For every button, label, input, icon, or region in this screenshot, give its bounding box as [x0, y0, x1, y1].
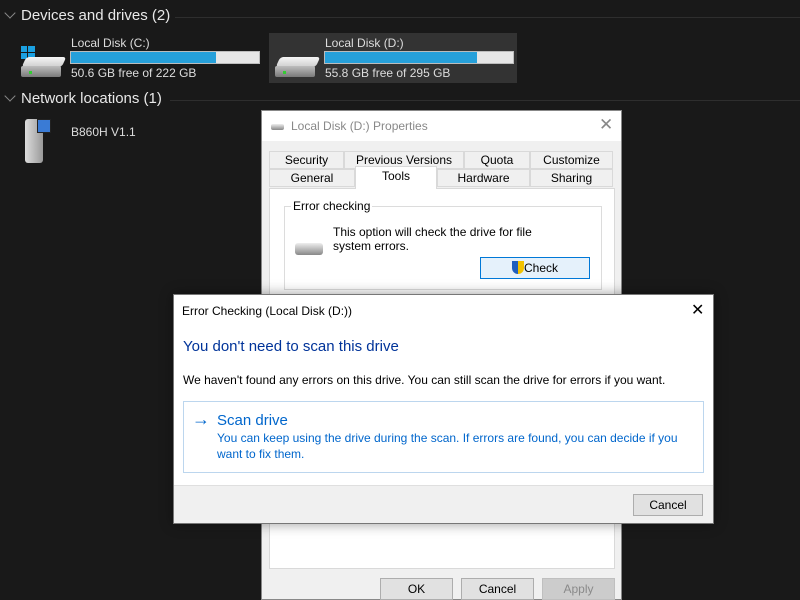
tab-sharing[interactable]: Sharing: [530, 169, 613, 187]
drive-d[interactable]: Local Disk (D:) 55.8 GB free of 295 GB: [269, 33, 517, 83]
drive-c-usage-bar: [70, 51, 260, 64]
close-icon[interactable]: ✕: [599, 115, 613, 135]
hard-drive-icon: [275, 57, 321, 79]
chevron-down-icon: [4, 90, 16, 102]
divider: [170, 100, 800, 101]
error-checking-group: Error checking This option will check th…: [284, 199, 602, 290]
network-device-b860h[interactable]: B860H V1.1: [15, 115, 215, 165]
tab-customize[interactable]: Customize: [530, 151, 613, 169]
dialog-heading: You don't need to scan this drive: [183, 338, 399, 355]
apply-button[interactable]: Apply: [542, 578, 615, 600]
drive-icon: [271, 124, 284, 130]
chevron-down-icon: [4, 7, 16, 19]
scan-drive-option[interactable]: → Scan drive You can keep using the driv…: [183, 401, 704, 473]
usage-fill: [325, 52, 478, 63]
tab-security[interactable]: Security: [269, 151, 344, 169]
tab-hardware[interactable]: Hardware: [437, 169, 530, 187]
dialog-footer: Cancel: [174, 485, 713, 523]
tab-quota[interactable]: Quota: [464, 151, 530, 169]
media-device-icon: [25, 119, 51, 163]
network-group-header[interactable]: Network locations (1): [0, 90, 800, 110]
divider: [175, 17, 800, 18]
hard-drive-icon: [295, 243, 323, 255]
error-checking-dialog: Error Checking (Local Disk (D:)) ✕ You d…: [173, 294, 714, 524]
cancel-button[interactable]: Cancel: [633, 494, 703, 516]
arrow-right-icon: →: [192, 409, 210, 429]
tab-general[interactable]: General: [269, 169, 355, 187]
usage-fill: [71, 52, 217, 63]
drive-d-usage-bar: [324, 51, 514, 64]
ok-button[interactable]: OK: [380, 578, 453, 600]
drive-c[interactable]: Local Disk (C:) 50.6 GB free of 222 GB: [15, 33, 263, 83]
tab-tools[interactable]: Tools: [355, 166, 437, 189]
devices-group-header[interactable]: Devices and drives (2): [0, 7, 800, 27]
check-button[interactable]: Check: [480, 257, 590, 279]
properties-title-bar: Local Disk (D:) Properties ✕: [262, 111, 621, 141]
cancel-button[interactable]: Cancel: [461, 578, 534, 600]
uac-shield-icon: [511, 261, 524, 274]
hard-drive-icon: [21, 57, 67, 79]
close-icon[interactable]: ✕: [691, 300, 704, 320]
